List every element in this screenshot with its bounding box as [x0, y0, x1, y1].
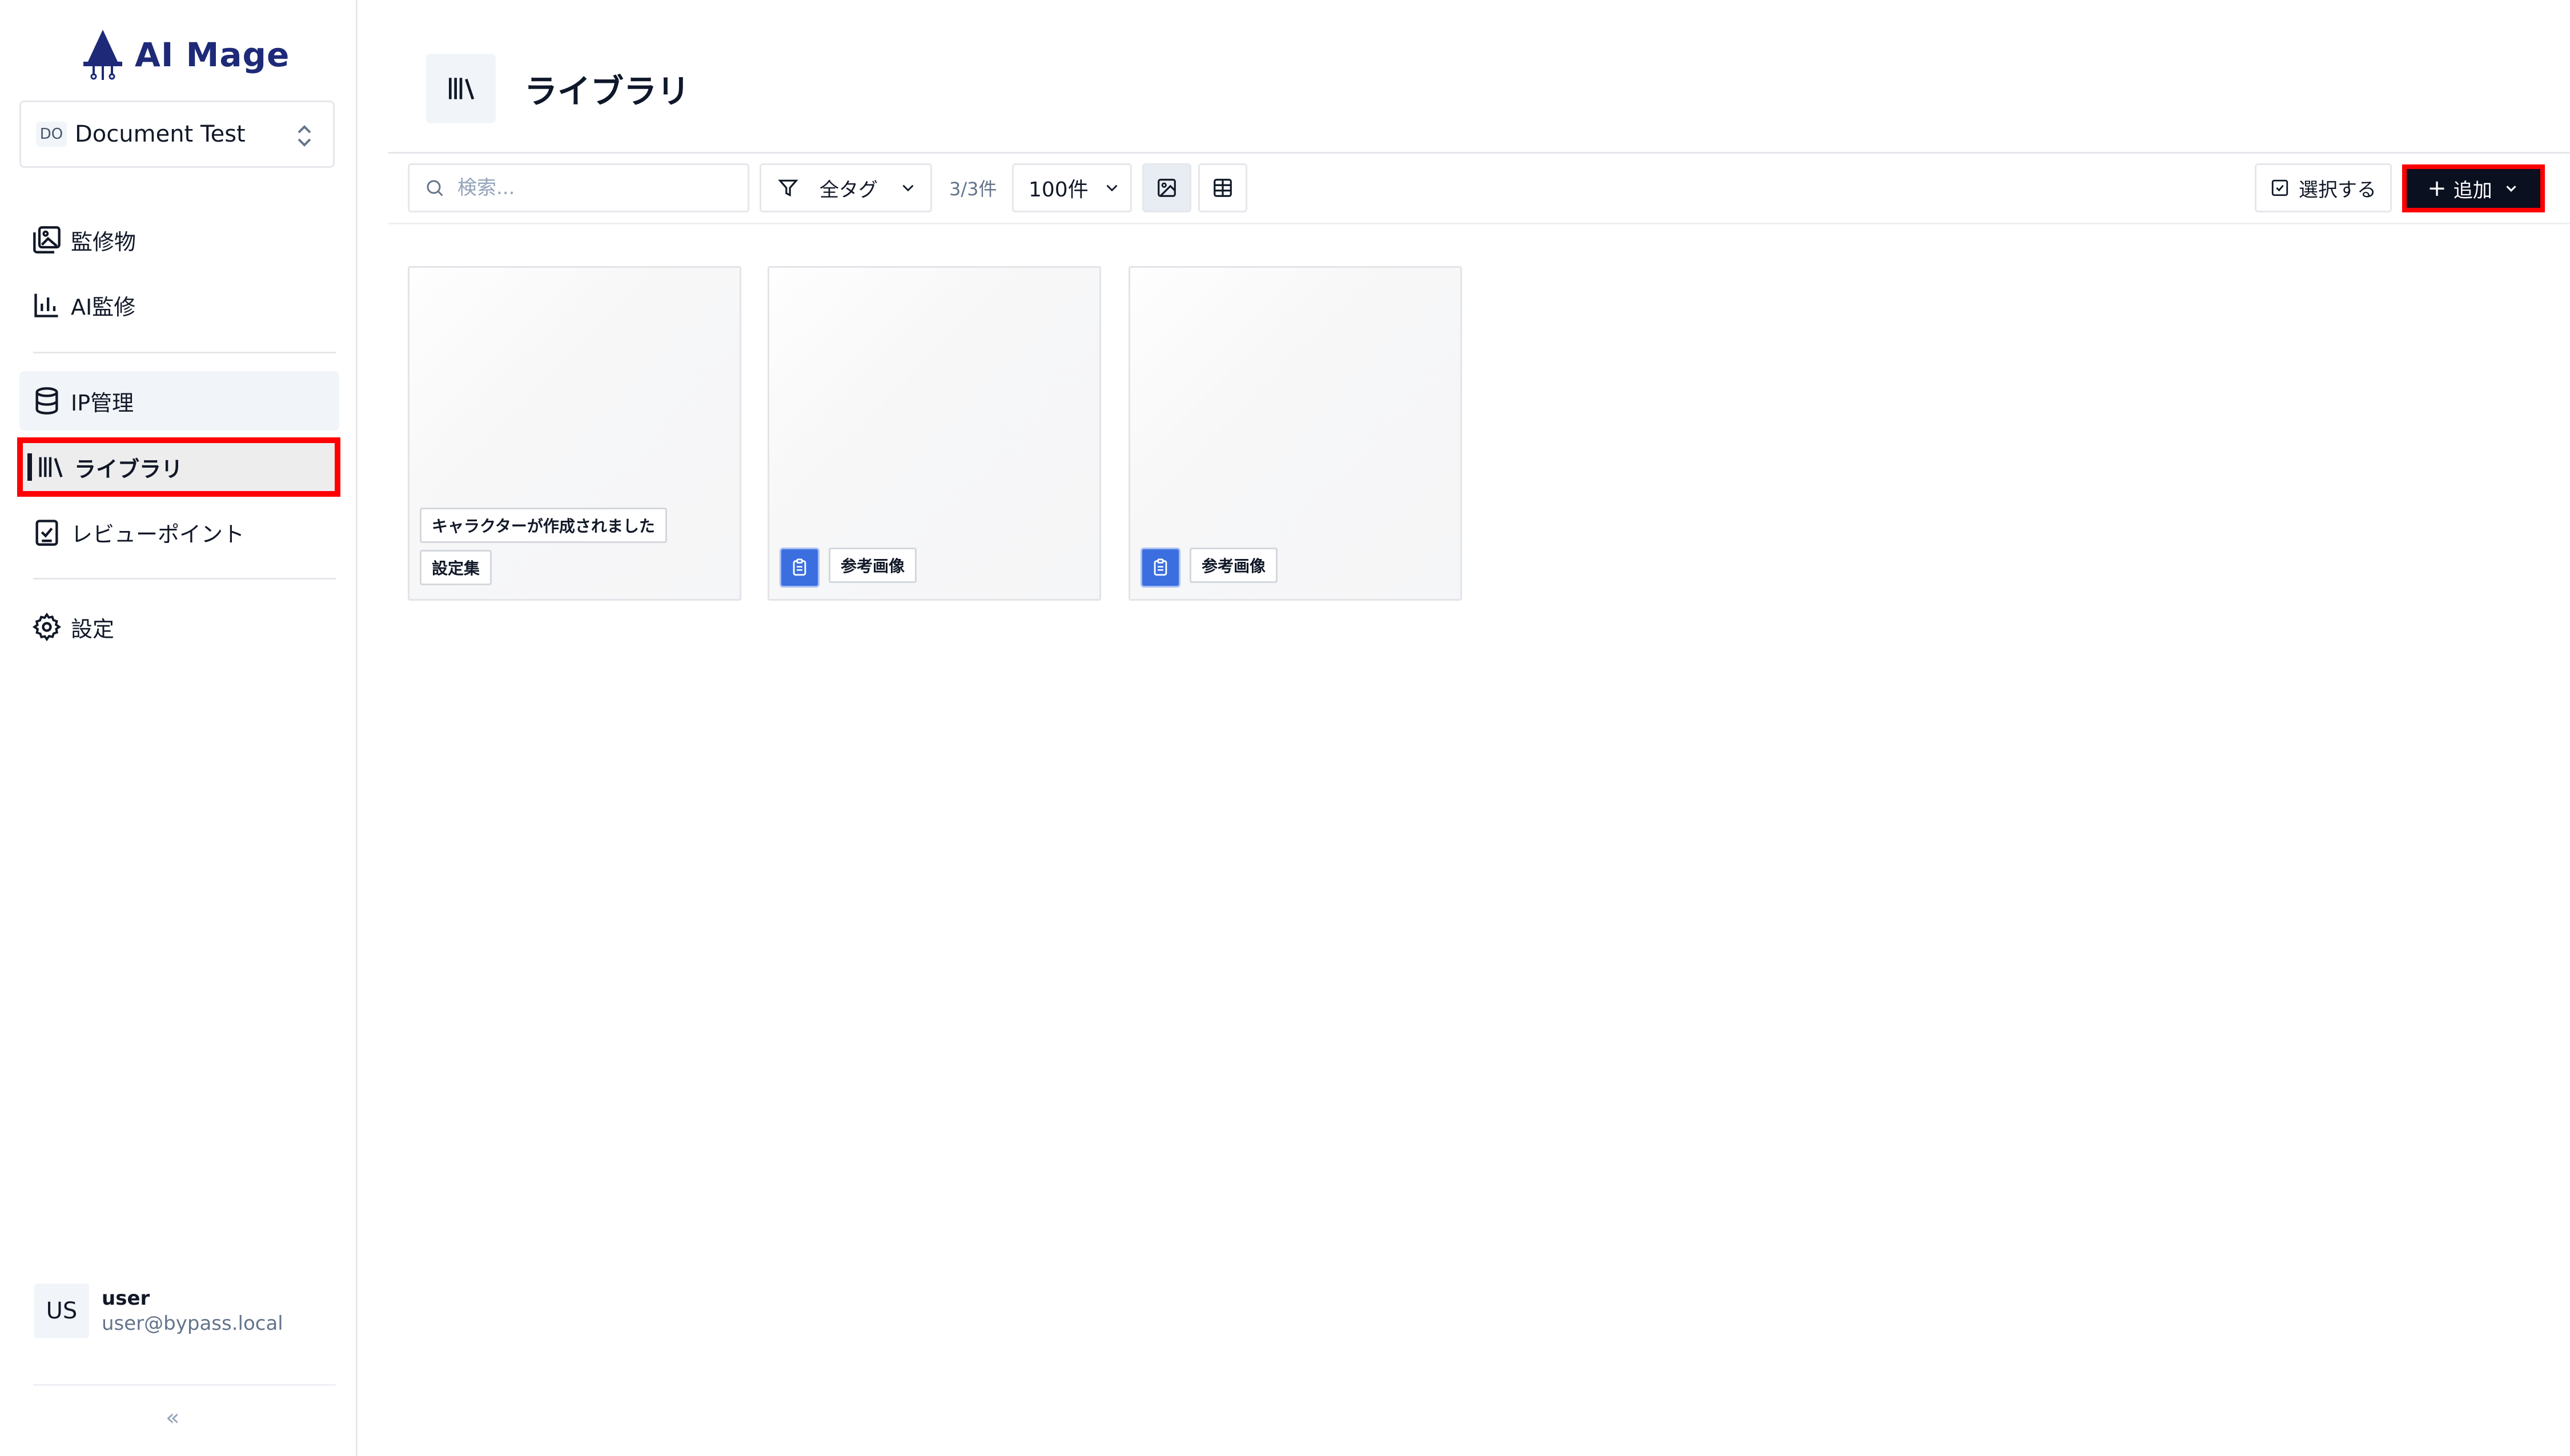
chevron-down-icon — [1106, 184, 1118, 192]
clipboard-icon — [1141, 548, 1180, 588]
tag-chip: キャラクターが作成されました — [420, 508, 667, 543]
sidebar: AI Mage DO Document Test 監修物 AI監修 IP管理 ラ… — [0, 0, 358, 1456]
select-mode-button[interactable]: 選択する — [2255, 163, 2392, 212]
tag-filter-dropdown[interactable]: 全タグ — [760, 163, 932, 212]
sidebar-item-ai-supervision[interactable]: AI監修 — [19, 275, 339, 335]
library-card[interactable]: 参考画像 — [1129, 266, 1462, 601]
tag-filter-label: 全タグ — [820, 178, 878, 202]
collapse-sidebar-icon[interactable]: « — [166, 1405, 179, 1431]
table-view-button[interactable] — [1198, 163, 1247, 212]
chevron-up-down-icon — [298, 125, 311, 147]
user-email: user@bypass.local — [102, 1312, 283, 1335]
wizard-hat-logo-icon — [83, 30, 122, 80]
clipboard-icon — [780, 548, 820, 588]
nav-divider — [33, 352, 336, 353]
sidebar-item-ip-management[interactable]: IP管理 — [19, 371, 339, 431]
grid-view-button[interactable] — [1142, 163, 1191, 212]
library-card[interactable]: 参考画像 — [768, 266, 1101, 601]
sidebar-item-label: レビューポイント — [71, 521, 245, 547]
brand-name: AI Mage — [135, 35, 290, 74]
sidebar-item-review-points[interactable]: レビューポイント — [19, 502, 339, 562]
sidebar-item-label: 設定 — [71, 616, 115, 642]
checkbox-icon — [2271, 179, 2288, 196]
database-icon — [31, 385, 63, 417]
toolbar-divider — [388, 223, 2570, 224]
add-label: 追加 — [2453, 179, 2492, 202]
nav-divider — [33, 578, 336, 580]
gear-icon — [31, 611, 63, 643]
tag-chip: 設定集 — [420, 550, 492, 585]
workspace-selector[interactable]: DO Document Test — [19, 100, 335, 168]
chevron-down-icon — [2506, 186, 2516, 192]
select-mode-label: 選択する — [2299, 178, 2376, 202]
page-title: ライブラリ — [524, 72, 690, 111]
sidebar-item-library[interactable]: ライブラリ — [17, 437, 340, 497]
sidebar-item-label: AI監修 — [71, 294, 136, 320]
workspace-name: Document Test — [75, 121, 246, 147]
filter-icon — [778, 179, 798, 197]
image-gallery-icon — [31, 224, 63, 256]
workspace-badge: DO — [36, 122, 67, 147]
search-box — [408, 163, 749, 212]
user-name: user — [102, 1287, 150, 1310]
plus-icon: + — [2427, 175, 2447, 202]
search-input[interactable] — [456, 176, 733, 200]
library-icon — [426, 54, 496, 123]
image-icon — [1158, 179, 1176, 197]
sidebar-item-supervised[interactable]: 監修物 — [19, 210, 339, 270]
search-icon — [427, 180, 443, 196]
result-count: 3/3件 — [949, 178, 997, 200]
sidebar-item-label: 監修物 — [71, 229, 136, 255]
clipboard-check-icon — [31, 516, 63, 548]
page-header: ライブラリ — [426, 54, 690, 123]
app-root: AI Mage DO Document Test 監修物 AI監修 IP管理 ラ… — [0, 0, 2570, 1456]
per-page-dropdown[interactable]: 100件 — [1012, 163, 1132, 212]
brand-logo[interactable]: AI Mage — [80, 27, 290, 82]
add-button[interactable]: + 追加 — [2402, 164, 2545, 212]
tag-chip: 参考画像 — [829, 548, 917, 583]
sidebar-item-label: ライブラリ — [74, 456, 183, 482]
user-profile[interactable]: US user user@bypass.local — [34, 1282, 283, 1340]
sidebar-item-label: IP管理 — [71, 390, 134, 416]
per-page-label: 100件 — [1029, 178, 1089, 202]
sidebar-footer-divider — [33, 1384, 336, 1386]
active-indicator — [27, 453, 32, 481]
tag-chip: 参考画像 — [1190, 548, 1278, 583]
library-icon — [34, 451, 66, 483]
table-icon — [1214, 179, 1232, 197]
chevron-down-icon — [902, 184, 914, 192]
avatar: US — [34, 1284, 89, 1338]
library-card[interactable]: キャラクターが作成されました 設定集 — [408, 266, 741, 601]
toolbar-divider — [388, 152, 2570, 154]
sidebar-item-settings[interactable]: 設定 — [19, 597, 339, 657]
bar-chart-icon — [31, 289, 63, 321]
